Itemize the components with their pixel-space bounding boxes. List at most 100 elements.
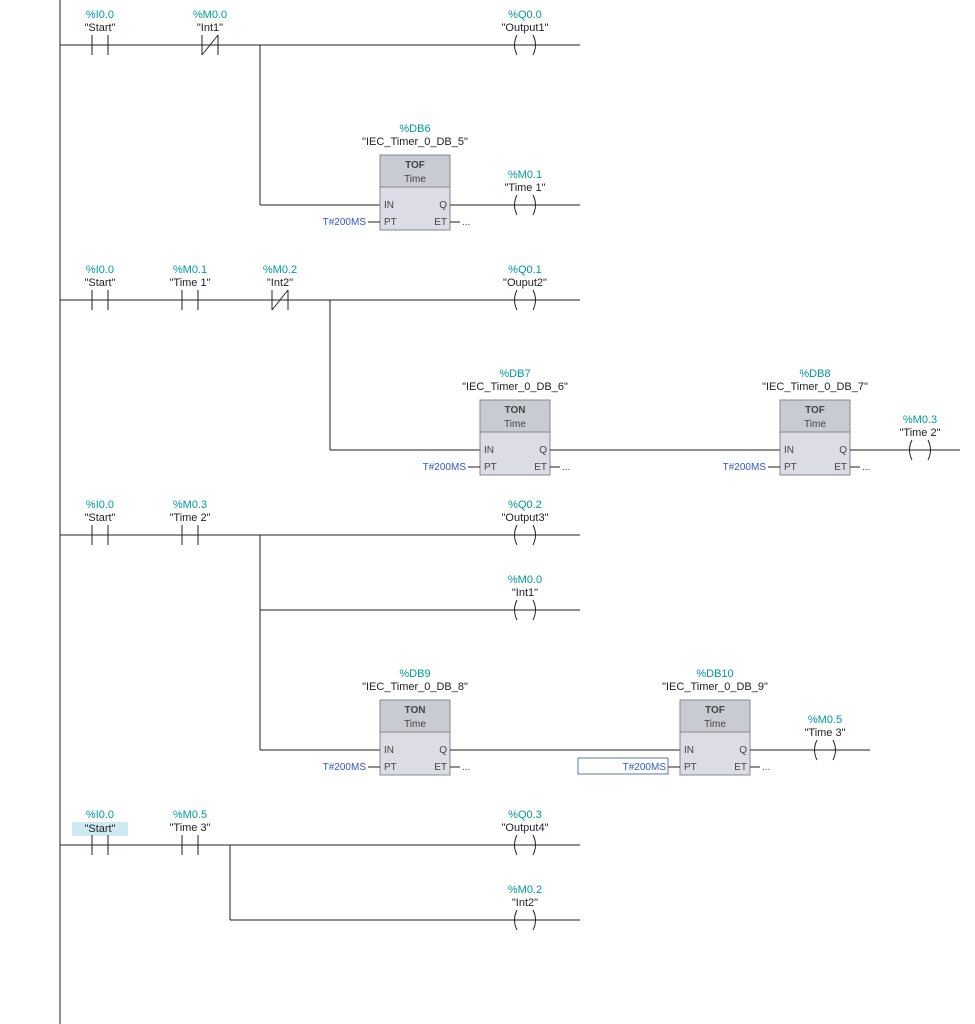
svg-text:%M0.3: %M0.3	[903, 414, 937, 426]
svg-text:"IEC_Timer_0_DB_7": "IEC_Timer_0_DB_7"	[762, 381, 868, 393]
ladder-diagram: %I0.0 "Start" %M0.0 "Int1" %Q0.0 "Output…	[0, 0, 975, 1024]
svg-text:ET: ET	[834, 462, 847, 473]
contact-start-4[interactable]: %I0.0 "Start"	[72, 809, 128, 855]
svg-text:IN: IN	[384, 200, 394, 211]
svg-text:"Time 2": "Time 2"	[169, 512, 210, 524]
svg-text:%Q0.2: %Q0.2	[508, 499, 542, 511]
svg-text:TOF: TOF	[805, 405, 825, 416]
svg-text:Time: Time	[504, 419, 526, 430]
svg-text:%I0.0: %I0.0	[86, 9, 114, 21]
svg-text:"Start": "Start"	[84, 22, 115, 34]
contact-start-2: %I0.0 "Start"	[84, 264, 115, 310]
svg-text:%M0.5: %M0.5	[808, 714, 842, 726]
svg-text:%Q0.3: %Q0.3	[508, 809, 542, 821]
svg-text:...: ...	[562, 462, 570, 473]
svg-text:PT: PT	[384, 762, 397, 773]
coil-output3: %Q0.2 "Output3"	[502, 499, 549, 545]
svg-text:IN: IN	[484, 445, 494, 456]
svg-text:TON: TON	[405, 705, 426, 716]
coil-time1: %M0.1 "Time 1"	[504, 169, 545, 215]
svg-text:IN: IN	[684, 745, 694, 756]
svg-text:"Ouput2": "Ouput2"	[503, 277, 547, 289]
svg-text:"Time 2": "Time 2"	[899, 427, 940, 439]
svg-text:"Time 1": "Time 1"	[504, 182, 545, 194]
coil-output4: %Q0.3 "Output4"	[502, 809, 549, 855]
contact-int2-nc: %M0.2 "Int2"	[263, 264, 297, 310]
svg-text:"Output3": "Output3"	[502, 512, 549, 524]
svg-text:PT: PT	[784, 462, 797, 473]
svg-text:...: ...	[762, 762, 770, 773]
svg-text:"Time 1": "Time 1"	[169, 277, 210, 289]
svg-text:Time: Time	[804, 419, 826, 430]
svg-text:"IEC_Timer_0_DB_5": "IEC_Timer_0_DB_5"	[362, 136, 468, 148]
svg-text:Time: Time	[704, 719, 726, 730]
svg-text:"Start": "Start"	[84, 277, 115, 289]
svg-text:"Output4": "Output4"	[502, 822, 549, 834]
svg-text:Q: Q	[539, 445, 547, 456]
svg-text:TOF: TOF	[405, 160, 425, 171]
svg-text:%M0.2: %M0.2	[508, 884, 542, 896]
svg-text:%I0.0: %I0.0	[86, 264, 114, 276]
coil-time2: %M0.3 "Time 2"	[899, 414, 940, 460]
svg-text:...: ...	[862, 462, 870, 473]
svg-text:PT: PT	[684, 762, 697, 773]
svg-text:%M0.3: %M0.3	[173, 499, 207, 511]
svg-text:Q: Q	[739, 745, 747, 756]
svg-text:T#200MS: T#200MS	[623, 762, 667, 773]
svg-text:Time: Time	[404, 174, 426, 185]
contact-time1: %M0.1 "Time 1"	[169, 264, 210, 310]
contact-int1-nc: %M0.0 "Int1"	[193, 9, 227, 55]
svg-text:%M0.5: %M0.5	[173, 809, 207, 821]
svg-text:Q: Q	[439, 745, 447, 756]
svg-text:"Output1": "Output1"	[502, 22, 549, 34]
timer-tof-db10: %DB10 "IEC_Timer_0_DB_9" TOF Time IN Q P…	[578, 668, 770, 775]
svg-text:"Int2": "Int2"	[267, 277, 293, 289]
timer-ton-db7: %DB7 "IEC_Timer_0_DB_6" TON Time IN Q PT…	[423, 368, 571, 475]
svg-text:%I0.0: %I0.0	[86, 499, 114, 511]
svg-text:T#200MS: T#200MS	[423, 462, 467, 473]
svg-text:%Q0.1: %Q0.1	[508, 264, 542, 276]
svg-text:...: ...	[462, 762, 470, 773]
svg-text:Q: Q	[439, 200, 447, 211]
svg-text:T#200MS: T#200MS	[323, 217, 367, 228]
svg-text:%DB10: %DB10	[696, 668, 733, 680]
svg-text:%DB9: %DB9	[399, 668, 430, 680]
coil-time3: %M0.5 "Time 3"	[804, 714, 845, 760]
svg-text:%M0.0: %M0.0	[508, 574, 542, 586]
svg-text:"IEC_Timer_0_DB_8": "IEC_Timer_0_DB_8"	[362, 681, 468, 693]
coil-int1: %M0.0 "Int1"	[508, 574, 542, 620]
coil-int2: %M0.2 "Int2"	[508, 884, 542, 930]
svg-text:%DB7: %DB7	[499, 368, 530, 380]
svg-text:%M0.0: %M0.0	[193, 9, 227, 21]
svg-text:%M0.1: %M0.1	[173, 264, 207, 276]
svg-text:%DB6: %DB6	[399, 123, 430, 135]
svg-text:PT: PT	[484, 462, 497, 473]
svg-text:PT: PT	[384, 217, 397, 228]
contact-start-3: %I0.0 "Start"	[84, 499, 115, 545]
contact-start-1: %I0.0 "Start"	[84, 9, 115, 55]
svg-text:TON: TON	[505, 405, 526, 416]
svg-text:TOF: TOF	[705, 705, 725, 716]
timer-tof-db6: %DB6 "IEC_Timer_0_DB_5" TOF Time IN Q PT…	[323, 123, 471, 230]
svg-text:T#200MS: T#200MS	[323, 762, 367, 773]
coil-output2: %Q0.1 "Ouput2"	[503, 264, 547, 310]
svg-text:...: ...	[462, 217, 470, 228]
svg-text:"Time 3": "Time 3"	[169, 822, 210, 834]
svg-text:%M0.2: %M0.2	[263, 264, 297, 276]
svg-text:"Int2": "Int2"	[512, 897, 538, 909]
svg-text:IN: IN	[384, 745, 394, 756]
svg-text:%DB8: %DB8	[799, 368, 830, 380]
svg-text:IN: IN	[784, 445, 794, 456]
svg-text:"Start": "Start"	[84, 512, 115, 524]
svg-text:"Int1": "Int1"	[197, 22, 223, 34]
svg-text:Time: Time	[404, 719, 426, 730]
timer-tof-db8: %DB8 "IEC_Timer_0_DB_7" TOF Time IN Q PT…	[723, 368, 871, 475]
svg-text:"Int1": "Int1"	[512, 587, 538, 599]
svg-text:"IEC_Timer_0_DB_6": "IEC_Timer_0_DB_6"	[462, 381, 568, 393]
svg-text:ET: ET	[734, 762, 747, 773]
svg-text:%I0.0: %I0.0	[86, 809, 114, 821]
svg-text:ET: ET	[434, 762, 447, 773]
svg-text:%M0.1: %M0.1	[508, 169, 542, 181]
timer-ton-db9: %DB9 "IEC_Timer_0_DB_8" TON Time IN Q PT…	[323, 668, 471, 775]
svg-text:Q: Q	[839, 445, 847, 456]
